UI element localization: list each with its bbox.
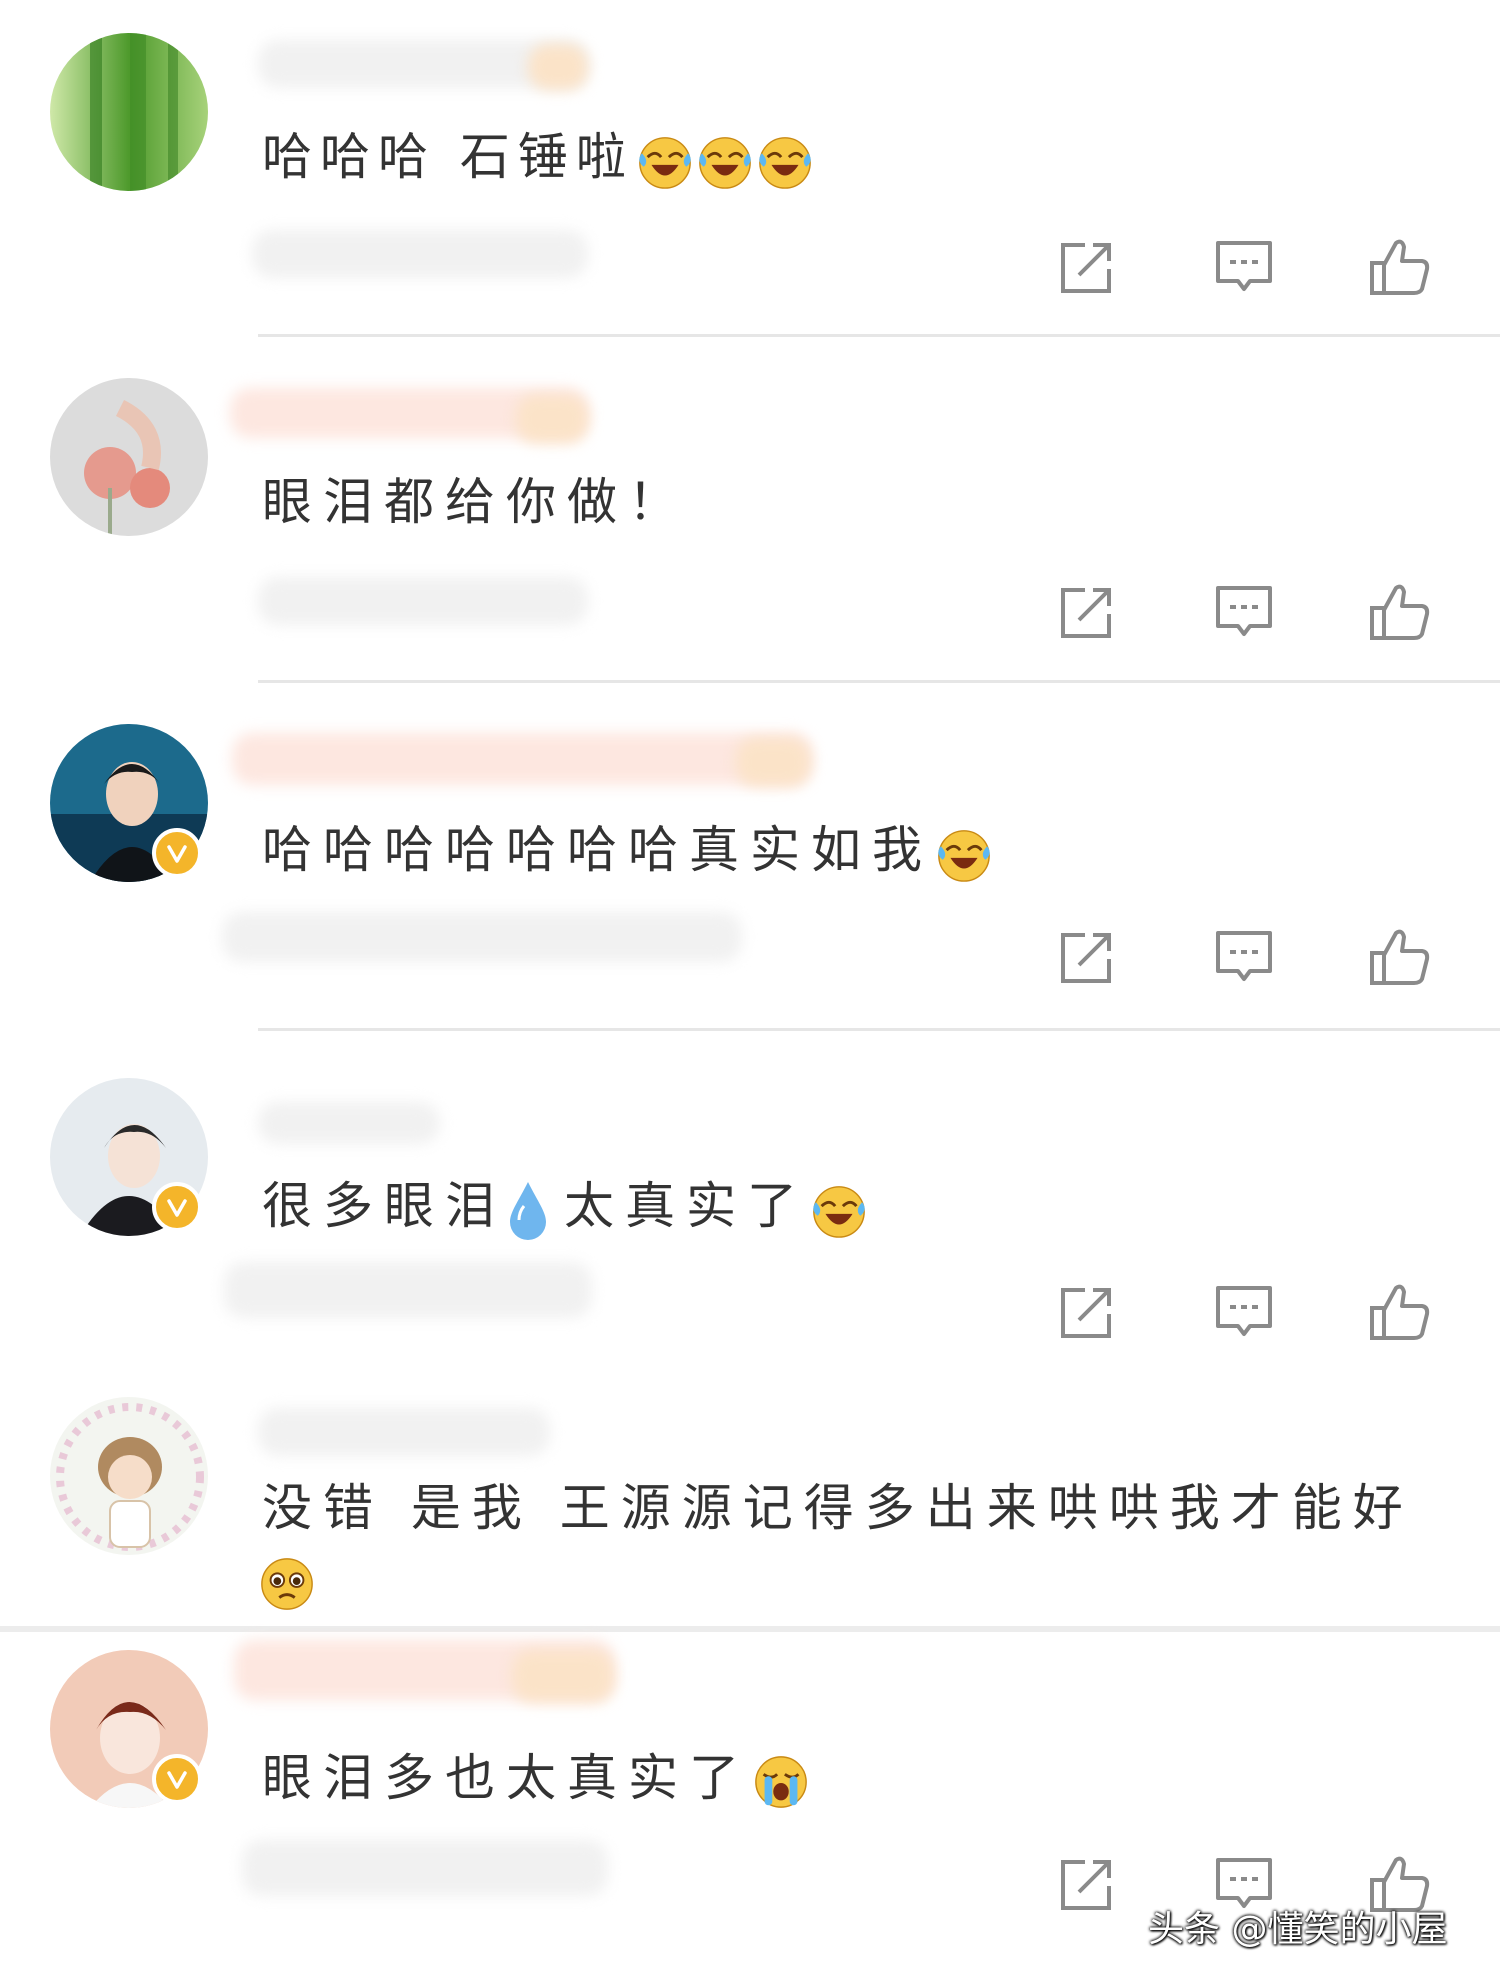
comment-actions bbox=[0, 235, 1500, 305]
comment-icon[interactable] bbox=[1212, 235, 1276, 299]
divider bbox=[258, 1028, 1500, 1031]
share-icon[interactable] bbox=[1055, 580, 1119, 644]
verified-badge-icon bbox=[152, 1754, 202, 1804]
comment-icon[interactable] bbox=[1212, 1280, 1276, 1344]
comment-text: 哈哈哈哈哈哈哈真实如我 bbox=[262, 820, 993, 883]
share-icon[interactable] bbox=[1055, 1852, 1119, 1916]
laugh-cry-emoji-icon bbox=[756, 132, 814, 190]
username-redacted bbox=[232, 733, 812, 785]
comment-text: 很多眼泪 太真实了 bbox=[262, 1176, 868, 1240]
comment-text-before: 很多眼泪 bbox=[262, 1177, 506, 1235]
comment-actions bbox=[0, 1280, 1500, 1350]
laugh-cry-emoji-icon bbox=[935, 825, 993, 883]
divider bbox=[258, 334, 1500, 337]
pleading-emoji-icon bbox=[258, 1555, 316, 1613]
avatar[interactable] bbox=[50, 378, 208, 536]
comment-actions bbox=[0, 925, 1500, 995]
verified-badge-icon bbox=[152, 828, 202, 878]
laugh-cry-emoji-icon bbox=[636, 132, 694, 190]
divider bbox=[258, 680, 1500, 683]
comment-text: 眼泪都给你做！ bbox=[262, 472, 689, 532]
avatar[interactable] bbox=[50, 33, 208, 191]
share-icon[interactable] bbox=[1055, 925, 1119, 989]
comment-text-content: 哈哈哈 石锤啦 bbox=[262, 128, 634, 186]
like-icon[interactable] bbox=[1368, 235, 1432, 299]
comment-text-content: 没错 是我 王源源记得多出来哄哄我才能好 bbox=[262, 1479, 1414, 1537]
loud-cry-emoji-icon bbox=[752, 1753, 810, 1811]
laugh-cry-emoji-icon bbox=[696, 132, 754, 190]
comment-text-content: 哈哈哈哈哈哈哈真实如我 bbox=[262, 821, 933, 879]
like-icon[interactable] bbox=[1368, 1280, 1432, 1344]
comment-text: 没错 是我 王源源记得多出来哄哄我才能好 bbox=[262, 1478, 1414, 1538]
share-icon[interactable] bbox=[1055, 235, 1119, 299]
comment-actions bbox=[0, 580, 1500, 650]
level-badge-redacted bbox=[516, 395, 588, 443]
comment-text: 哈哈哈 石锤啦 bbox=[262, 127, 814, 190]
avatar[interactable] bbox=[50, 1397, 208, 1555]
divider bbox=[0, 1626, 1500, 1632]
comment-text: 眼泪多也太真实了 bbox=[262, 1748, 810, 1811]
level-badge-redacted bbox=[512, 1650, 614, 1702]
comment-text-content: 眼泪都给你做！ bbox=[262, 473, 689, 531]
level-badge-redacted bbox=[528, 44, 588, 90]
comment-icon[interactable] bbox=[1212, 925, 1276, 989]
username-redacted bbox=[258, 1408, 550, 1456]
water-drop-emoji-icon bbox=[508, 1180, 548, 1240]
level-badge-redacted bbox=[736, 738, 810, 786]
username-redacted bbox=[258, 1102, 440, 1144]
like-icon[interactable] bbox=[1368, 580, 1432, 644]
comment-text-after: 太真实了 bbox=[564, 1177, 808, 1235]
comment-text-content: 眼泪多也太真实了 bbox=[262, 1749, 750, 1807]
comment-emoji-line bbox=[258, 1555, 316, 1617]
laugh-cry-emoji-icon bbox=[810, 1181, 868, 1239]
like-icon[interactable] bbox=[1368, 925, 1432, 989]
verified-badge-icon bbox=[152, 1182, 202, 1232]
share-icon[interactable] bbox=[1055, 1280, 1119, 1344]
comment-icon[interactable] bbox=[1212, 580, 1276, 644]
watermark: 头条 @懂笑的小屋 bbox=[1148, 1909, 1448, 1950]
